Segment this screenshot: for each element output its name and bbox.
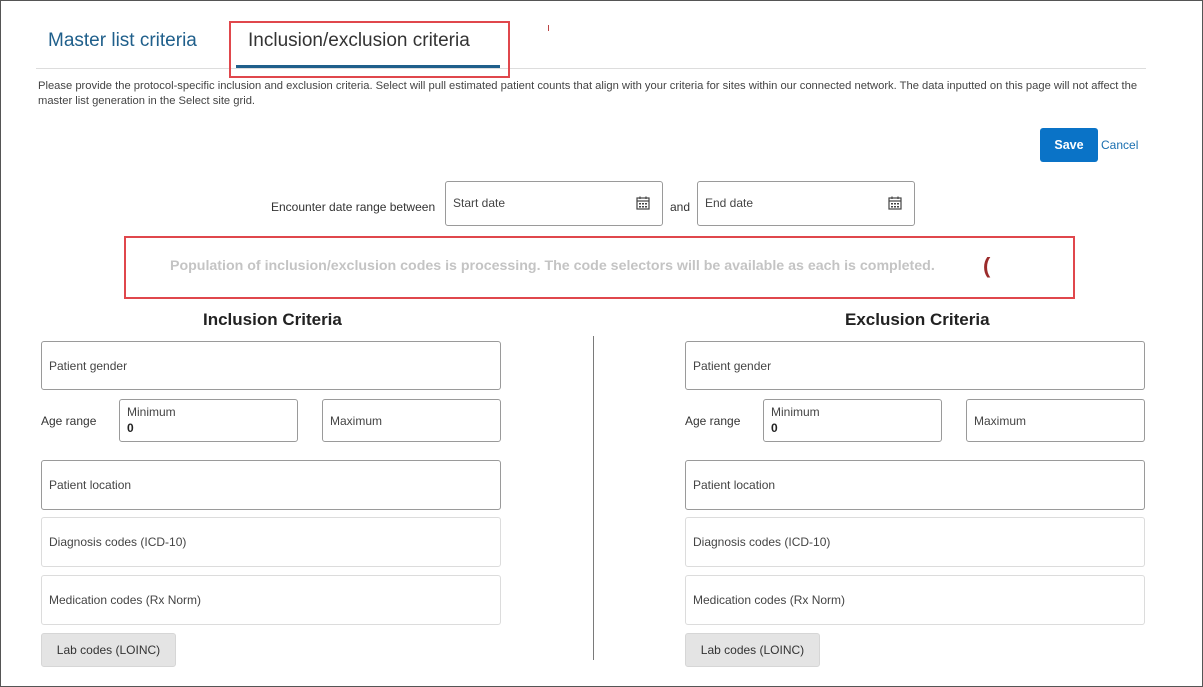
save-button[interactable]: Save <box>1040 128 1098 162</box>
exclusion-age-maximum-label: Maximum <box>974 414 1027 428</box>
exclusion-age-maximum-input[interactable]: Maximum <box>966 399 1145 442</box>
inclusion-patient-gender-label: Patient gender <box>49 359 128 373</box>
exclusion-patient-gender-select[interactable]: Patient gender <box>685 341 1145 390</box>
exclusion-criteria-title: Exclusion Criteria <box>845 310 990 329</box>
end-date-input[interactable]: End date <box>697 181 915 226</box>
inclusion-age-maximum-label: Maximum <box>330 414 383 428</box>
exclusion-age-minimum-input[interactable]: Minimum 0 <box>763 399 942 442</box>
date-range-connector: and <box>670 200 691 214</box>
exclusion-diagnosis-codes-label: Diagnosis codes (ICD-10) <box>693 535 831 549</box>
exclusion-age-minimum-label: Minimum <box>771 405 820 419</box>
column-divider <box>593 336 594 660</box>
exclusion-diagnosis-codes-select[interactable]: Diagnosis codes (ICD-10) <box>685 517 1145 567</box>
exclusion-patient-gender-label: Patient gender <box>693 359 772 373</box>
exclusion-medication-codes-label: Medication codes (Rx Norm) <box>693 593 846 607</box>
page-description: Please provide the protocol-specific inc… <box>38 80 1138 107</box>
inclusion-age-maximum-input[interactable]: Maximum <box>322 399 501 442</box>
processing-message: Population of inclusion/exclusion codes … <box>170 258 935 274</box>
inclusion-age-minimum-input[interactable]: Minimum 0 <box>119 399 298 442</box>
loading-spinner-icon: ( <box>983 253 991 278</box>
inclusion-diagnosis-codes-select[interactable]: Diagnosis codes (ICD-10) <box>41 517 501 567</box>
inclusion-medication-codes-label: Medication codes (Rx Norm) <box>49 593 202 607</box>
inclusion-patient-location-label: Patient location <box>49 478 132 492</box>
start-date-input[interactable]: Start date <box>445 181 663 226</box>
exclusion-patient-location-label: Patient location <box>693 478 776 492</box>
end-date-placeholder: End date <box>705 196 754 210</box>
start-date-placeholder: Start date <box>453 196 506 210</box>
encounter-date-range-label: Encounter date range between <box>271 200 436 214</box>
inclusion-diagnosis-codes-label: Diagnosis codes (ICD-10) <box>49 535 187 549</box>
tab-highlight-box <box>229 21 510 78</box>
inclusion-age-range-label: Age range <box>41 414 97 428</box>
cancel-link[interactable]: Cancel <box>1101 138 1138 152</box>
exclusion-lab-codes-button[interactable]: Lab codes (LOINC) <box>685 633 820 667</box>
cursor-mark <box>548 25 549 31</box>
inclusion-age-minimum-value: 0 <box>127 421 134 435</box>
inclusion-criteria-title: Inclusion Criteria <box>203 310 342 329</box>
calendar-icon[interactable] <box>636 196 650 210</box>
inclusion-lab-codes-button[interactable]: Lab codes (LOINC) <box>41 633 176 667</box>
tabs-divider <box>36 68 1146 69</box>
tab-master-list-criteria[interactable]: Master list criteria <box>48 30 197 52</box>
exclusion-patient-location-select[interactable]: Patient location <box>685 460 1145 510</box>
inclusion-age-minimum-label: Minimum <box>127 405 176 419</box>
inclusion-patient-location-select[interactable]: Patient location <box>41 460 501 510</box>
calendar-icon[interactable] <box>888 196 902 210</box>
exclusion-age-range-label: Age range <box>685 414 741 428</box>
exclusion-medication-codes-select[interactable]: Medication codes (Rx Norm) <box>685 575 1145 625</box>
inclusion-patient-gender-select[interactable]: Patient gender <box>41 341 501 390</box>
inclusion-medication-codes-select[interactable]: Medication codes (Rx Norm) <box>41 575 501 625</box>
exclusion-age-minimum-value: 0 <box>771 421 778 435</box>
